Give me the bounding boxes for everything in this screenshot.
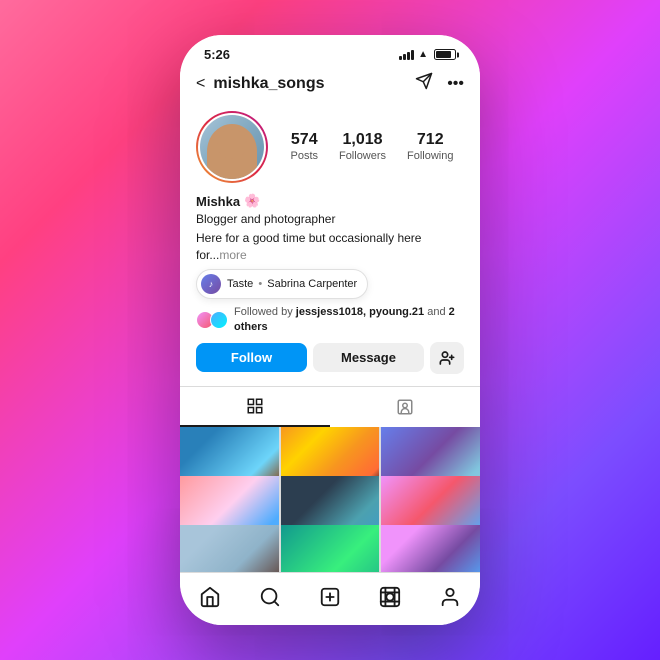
music-thumbnail: ♪ — [201, 274, 221, 294]
signal-icon — [399, 50, 414, 60]
action-buttons: Follow Message — [196, 342, 464, 374]
stats-row: 574 Posts 1,018 Followers 712 Following — [280, 130, 464, 163]
nav-profile-button[interactable] — [430, 581, 470, 613]
send-icon[interactable] — [415, 72, 433, 95]
follow-button[interactable]: Follow — [196, 343, 307, 372]
tab-tagged[interactable] — [330, 387, 480, 427]
follower-avatar-2 — [210, 311, 228, 329]
back-button[interactable]: < — [196, 75, 205, 93]
more-icon[interactable]: ••• — [447, 75, 464, 93]
header-icons: ••• — [415, 72, 464, 95]
add-person-icon — [439, 350, 455, 366]
bio-line1: Blogger and photographer — [196, 211, 464, 228]
photo-grid — [180, 427, 480, 572]
add-icon — [319, 586, 341, 608]
nav-add-button[interactable] — [310, 581, 350, 613]
message-button[interactable]: Message — [313, 343, 424, 372]
grid-photo-7[interactable] — [180, 525, 279, 572]
battery-icon — [434, 49, 456, 60]
profile-tabs — [180, 386, 480, 427]
profile-name-row: Mishka 🌸 — [196, 193, 464, 209]
grid-icon — [246, 397, 264, 415]
reels-icon — [379, 586, 401, 608]
music-tooltip[interactable]: ♪ Taste • Sabrina Carpenter — [196, 269, 368, 299]
profile-icon — [439, 586, 461, 608]
wifi-icon: ▲ — [418, 49, 428, 60]
grid-photo-8[interactable] — [281, 525, 380, 572]
followed-by-text: Followed by jessjess1018, pyoung.21 and … — [234, 305, 464, 334]
home-icon — [199, 586, 221, 608]
tab-grid[interactable] — [180, 387, 330, 427]
profile-username: mishka_songs — [213, 75, 407, 93]
bio-more-link[interactable]: more — [219, 248, 246, 262]
search-icon — [259, 586, 281, 608]
nav-reels-button[interactable] — [370, 581, 410, 613]
grid-photo-9[interactable] — [381, 525, 480, 572]
verified-badge: 🌸 — [244, 193, 260, 209]
followed-by-row: Followed by jessjess1018, pyoung.21 and … — [196, 305, 464, 334]
tag-icon — [396, 398, 414, 416]
add-person-button[interactable] — [430, 342, 464, 374]
stat-followers[interactable]: 1,018 Followers — [339, 130, 386, 163]
avatar — [196, 111, 268, 183]
music-label: Taste • Sabrina Carpenter — [227, 278, 357, 290]
nav-search-button[interactable] — [250, 581, 290, 613]
phone-frame: 5:26 ▲ < mishka_songs — [180, 35, 480, 625]
nav-home-button[interactable] — [190, 581, 230, 613]
status-bar: 5:26 ▲ — [180, 35, 480, 66]
stat-posts: 574 Posts — [290, 130, 318, 163]
header-nav: < mishka_songs ••• — [180, 66, 480, 103]
status-time: 5:26 — [204, 47, 230, 62]
follower-avatars — [196, 311, 228, 329]
bio-line2: Here for a good time but occasionally he… — [196, 230, 464, 264]
bottom-nav — [180, 572, 480, 625]
profile-top: 574 Posts 1,018 Followers 712 Following — [196, 111, 464, 183]
profile-section: 574 Posts 1,018 Followers 712 Following … — [180, 103, 480, 386]
status-icons: ▲ — [399, 49, 456, 60]
stat-following[interactable]: 712 Following — [407, 130, 453, 163]
